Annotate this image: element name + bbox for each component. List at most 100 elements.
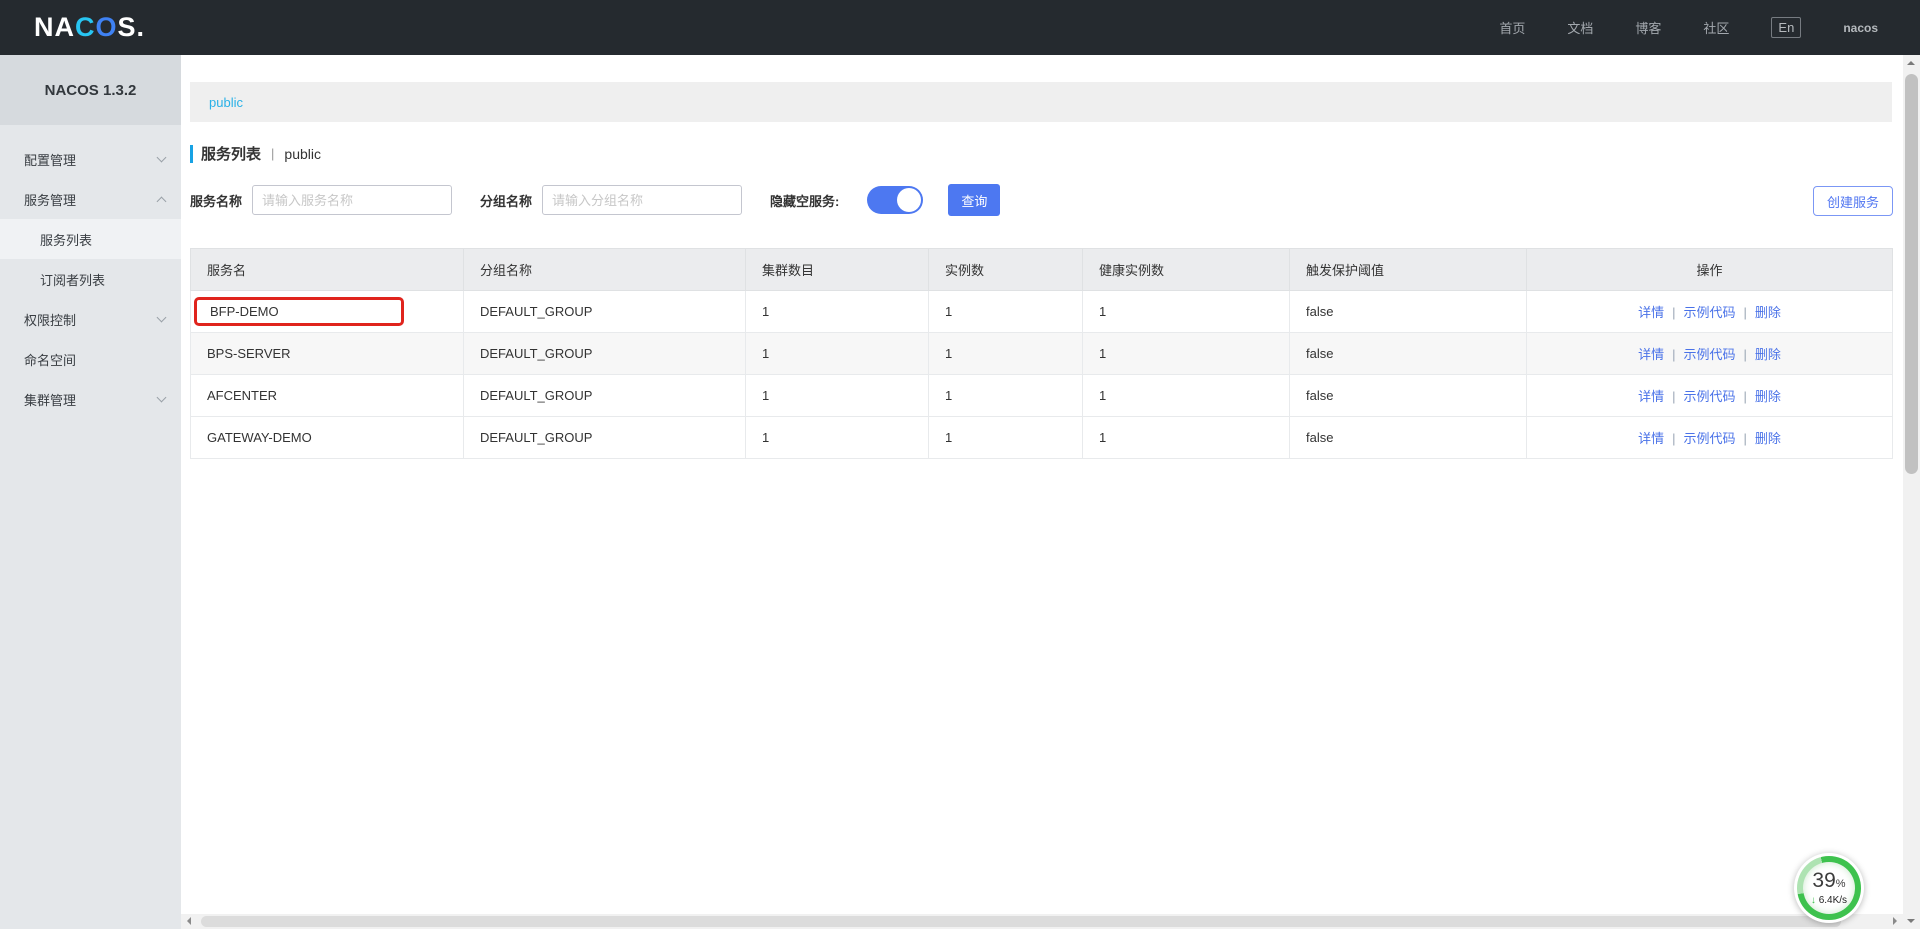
nav-item-community[interactable]: 社区 xyxy=(1703,18,1729,37)
title-accent-bar xyxy=(190,145,193,163)
down-arrow-icon: ↓ xyxy=(1811,895,1816,906)
horizontal-scrollbar-thumb[interactable] xyxy=(201,916,1841,927)
service-name-text: BFP-DEMO xyxy=(210,304,279,319)
percent-unit: % xyxy=(1836,878,1846,890)
scroll-right-arrow-icon[interactable] xyxy=(1893,917,1897,925)
table-row: BPS-SERVER DEFAULT_GROUP 1 1 1 false 详情|… xyxy=(191,333,1893,375)
sidebar-item-config-management[interactable]: 配置管理 xyxy=(0,139,181,179)
healthy-count-cell: 1 xyxy=(1083,291,1290,333)
horizontal-scrollbar[interactable] xyxy=(181,914,1903,929)
operations-cell: 详情|示例代码|删除 xyxy=(1527,417,1893,459)
page-title: 服务列表 | public xyxy=(190,143,321,164)
title-separator: | xyxy=(271,146,274,161)
top-navigation: 首页 文档 博客 社区 En nacos xyxy=(1499,17,1878,38)
progress-badge-inner: 39% ↓ 6.4K/s xyxy=(1803,862,1855,914)
cluster-count-cell: 1 xyxy=(746,291,929,333)
cluster-count-cell: 1 xyxy=(746,333,929,375)
sample-code-link[interactable]: 示例代码 xyxy=(1683,431,1735,446)
download-progress-badge[interactable]: 39% ↓ 6.4K/s xyxy=(1794,853,1864,923)
delete-link[interactable]: 删除 xyxy=(1755,347,1781,362)
group-name-input[interactable] xyxy=(542,185,742,215)
sample-code-link[interactable]: 示例代码 xyxy=(1683,347,1735,362)
service-name-cell: GATEWAY-DEMO xyxy=(191,417,464,459)
table-header-row: 服务名 分组名称 集群数目 实例数 健康实例数 触发保护阈值 操作 xyxy=(191,249,1893,291)
title-namespace: public xyxy=(284,146,321,162)
chevron-down-icon xyxy=(157,393,167,403)
sidebar-menu: 配置管理 服务管理 服务列表 订阅者列表 权限控制 命名空间 集群管理 xyxy=(0,125,181,419)
group-name-cell: DEFAULT_GROUP xyxy=(464,333,746,375)
group-name-cell: DEFAULT_GROUP xyxy=(464,375,746,417)
scroll-down-arrow-icon[interactable] xyxy=(1907,919,1915,923)
healthy-count-cell: 1 xyxy=(1083,333,1290,375)
action-separator: | xyxy=(1672,347,1675,362)
sample-code-link[interactable]: 示例代码 xyxy=(1683,389,1735,404)
chevron-down-icon xyxy=(157,313,167,323)
progress-percent: 39% xyxy=(1812,871,1845,894)
logo-text-o: O xyxy=(96,12,118,42)
nav-item-docs[interactable]: 文档 xyxy=(1567,18,1593,37)
sidebar-item-permission-control[interactable]: 权限控制 xyxy=(0,299,181,339)
sidebar-item-cluster-management[interactable]: 集群管理 xyxy=(0,379,181,419)
sidebar-version-title: NACOS 1.3.2 xyxy=(0,55,181,125)
table-row: AFCENTER DEFAULT_GROUP 1 1 1 false 详情|示例… xyxy=(191,375,1893,417)
chevron-down-icon xyxy=(157,153,167,163)
delete-link[interactable]: 删除 xyxy=(1755,305,1781,320)
scroll-up-arrow-icon[interactable] xyxy=(1907,61,1915,65)
col-header-protect-threshold: 触发保护阈值 xyxy=(1290,249,1527,291)
healthy-count-cell: 1 xyxy=(1083,375,1290,417)
group-name-label: 分组名称 xyxy=(480,191,532,210)
sidebar-item-label: 订阅者列表 xyxy=(40,270,105,289)
sidebar-item-service-list[interactable]: 服务列表 xyxy=(0,219,181,259)
red-highlight-box: BFP-DEMO xyxy=(194,297,404,326)
delete-link[interactable]: 删除 xyxy=(1755,431,1781,446)
nav-item-blog[interactable]: 博客 xyxy=(1635,18,1661,37)
sidebar-item-subscriber-list[interactable]: 订阅者列表 xyxy=(0,259,181,299)
hide-empty-service-toggle[interactable] xyxy=(867,186,923,214)
chevron-up-icon xyxy=(157,196,167,206)
service-name-input[interactable] xyxy=(252,185,452,215)
detail-link[interactable]: 详情 xyxy=(1638,347,1664,362)
percent-value: 39 xyxy=(1812,869,1835,892)
threshold-cell: false xyxy=(1290,375,1527,417)
nav-item-home[interactable]: 首页 xyxy=(1499,18,1525,37)
vertical-scrollbar[interactable] xyxy=(1903,55,1920,929)
namespace-tab-public[interactable]: public xyxy=(209,95,243,110)
operations-cell: 详情 | 示例代码 | 删除 xyxy=(1527,375,1893,417)
detail-link[interactable]: 详情 xyxy=(1638,389,1664,404)
instance-count-cell: 1 xyxy=(929,333,1083,375)
sidebar-item-label: 服务列表 xyxy=(40,230,92,249)
sample-code-link[interactable]: 示例代码 xyxy=(1683,305,1735,320)
threshold-cell: false xyxy=(1290,291,1527,333)
detail-link[interactable]: 详情 xyxy=(1638,305,1664,320)
nacos-logo[interactable]: NACOS. xyxy=(34,12,145,43)
detail-link[interactable]: 详情 xyxy=(1638,431,1664,446)
namespace-tab-bar: public xyxy=(190,82,1892,122)
action-separator: | xyxy=(1672,305,1675,320)
action-separator: | xyxy=(1672,389,1675,404)
search-button[interactable]: 查询 xyxy=(948,184,1000,216)
top-header-bar: NACOS. 首页 文档 博客 社区 En nacos xyxy=(0,0,1920,55)
sidebar-item-service-management[interactable]: 服务管理 xyxy=(0,179,181,219)
sidebar: NACOS 1.3.2 配置管理 服务管理 服务列表 订阅者列表 权限控制 命名… xyxy=(0,55,181,929)
operations-cell: 详情|示例代码|删除 xyxy=(1527,291,1893,333)
vertical-scrollbar-thumb[interactable] xyxy=(1905,74,1918,474)
service-table: 服务名 分组名称 集群数目 实例数 健康实例数 触发保护阈值 操作 BFP-DE… xyxy=(190,248,1893,459)
col-header-service-name: 服务名 xyxy=(191,249,464,291)
col-header-healthy-instance-count: 健康实例数 xyxy=(1083,249,1290,291)
action-separator: | xyxy=(1744,389,1747,404)
group-name-cell: DEFAULT_GROUP xyxy=(464,417,746,459)
download-speed: ↓ 6.4K/s xyxy=(1811,895,1847,906)
col-header-instance-count: 实例数 xyxy=(929,249,1083,291)
logged-in-username[interactable]: nacos xyxy=(1843,21,1878,35)
threshold-cell: false xyxy=(1290,417,1527,459)
language-switch-button[interactable]: En xyxy=(1771,17,1801,38)
service-name-cell: BPS-SERVER xyxy=(191,333,464,375)
create-service-button[interactable]: 创建服务 xyxy=(1813,186,1893,216)
delete-link[interactable]: 删除 xyxy=(1755,389,1781,404)
sidebar-item-namespace[interactable]: 命名空间 xyxy=(0,339,181,379)
instance-count-cell: 1 xyxy=(929,291,1083,333)
cluster-count-cell: 1 xyxy=(746,375,929,417)
filter-toolbar: 服务名称 分组名称 隐藏空服务: 查询 xyxy=(190,184,1000,216)
service-name-cell: BFP-DEMO xyxy=(191,291,464,333)
scroll-left-arrow-icon[interactable] xyxy=(187,917,191,925)
